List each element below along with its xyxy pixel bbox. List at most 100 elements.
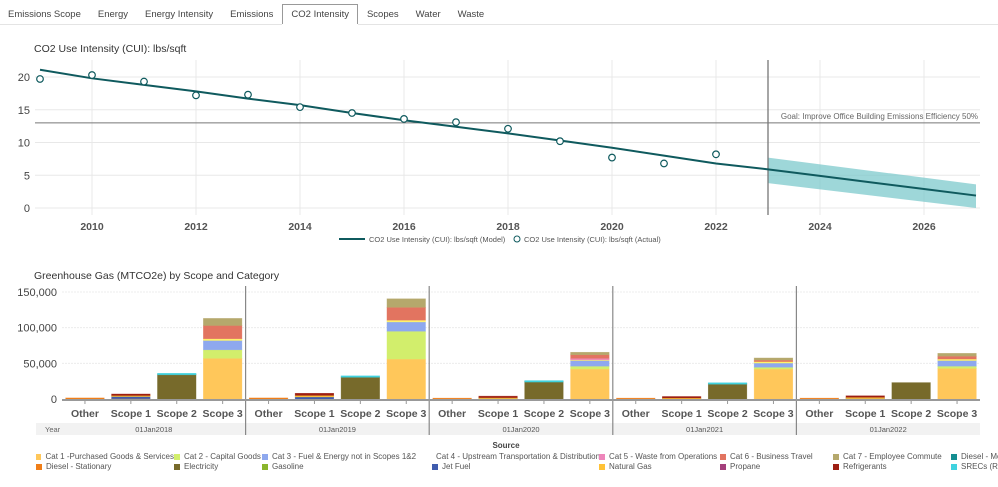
tab-water[interactable]: Water [408,5,449,24]
tab-waste[interactable]: Waste [450,5,493,24]
bar-segment [570,365,610,370]
group-label: 01Jan2020 [502,425,539,434]
category-label: Scope 1 [111,408,151,420]
legend-item[interactable]: Cat 6 - Business Travel [720,452,833,461]
bar-segment [157,373,197,400]
bar-segment [753,357,794,361]
legend-label: Cat 5 - Waste from Operations [609,452,718,461]
group-label: 01Jan2018 [135,425,172,434]
tab-bar: Emissions Scope Energy Energy Intensity Emi… [0,0,998,25]
tab-scopes[interactable]: Scopes [359,5,407,24]
category-label: Scope 3 [753,408,793,420]
group-label: 01Jan2019 [319,425,356,434]
y-tick-label: 20 [18,72,30,84]
actual-point [556,137,564,146]
x-tick-label: 2014 [288,221,312,233]
ghg-stacked-bar-chart: 0 50,000 100,000 150,000 Year 01Jan2018 Other S… [17,286,980,435]
bar-segment [524,380,564,400]
category-label: Scope 3 [203,408,243,420]
legend-item[interactable]: Natural Gas [599,462,720,471]
bar-segment [570,368,610,400]
category-label: Other [438,408,466,420]
actual-point [400,115,408,123]
legend-label: Propane [730,462,761,471]
tab-emissions[interactable]: Emissions [222,5,281,24]
category-label: Scope 2 [707,408,747,420]
bar-segment [570,351,610,356]
tab-energy[interactable]: Energy [90,5,136,24]
legend-item[interactable]: Cat 4 - Upstream Transportation & Distri… [432,452,600,461]
actual-point [140,77,148,86]
legend-swatch [951,453,957,460]
x-tick-label: 2018 [496,221,520,233]
legend-item[interactable]: Refrigerants [833,462,951,471]
legend-item[interactable]: Cat 3 - Fuel & Energy not in Scopes 1&2 [262,452,432,461]
bar-segment [386,321,426,332]
legend-swatch [833,463,839,470]
bar-segment [753,368,794,400]
bar-segment [937,365,977,369]
bar-segment [845,395,885,398]
bar-segment [386,358,426,400]
category-label: Scope 2 [524,408,564,420]
bar-segment [937,355,977,360]
legend-item[interactable]: Cat 1 -Purchased Goods & Services [36,452,174,461]
actual-point [348,109,356,117]
tab-emissions-scope[interactable]: Emissions Scope [0,5,89,24]
group-label: 01Jan2022 [870,425,907,434]
legend-item[interactable]: Gasoline [262,462,432,471]
y-tick-label: 15 [18,105,30,117]
legend-swatch [174,453,180,460]
category-label: Other [71,408,99,420]
bar-segment [386,298,426,308]
legend-item[interactable]: Cat 5 - Waste from Operations [599,452,720,461]
bar-segment [203,318,243,326]
bar-segment [340,375,380,378]
bar-segment [203,358,243,400]
legend-title: Source [492,441,520,450]
x-tick-label: 2020 [600,221,624,233]
legend-item[interactable]: Jet Fuel [432,462,599,471]
bar-segment [157,373,197,376]
legend-item[interactable]: Diesel - Mobile [951,452,998,461]
category-label: Scope 1 [845,408,885,420]
actual-point [608,153,616,162]
y-tick-label: 150,000 [17,287,57,299]
y-tick-label: 50,000 [23,358,57,370]
source-legend: Source Cat 1 -Purchased Goods & Services… [36,441,998,471]
bar-segment [386,330,426,360]
x-tick-label: 2010 [80,221,104,233]
legend-item[interactable]: Cat 2 - Capital Goods [174,452,262,461]
legend-swatch [262,463,268,470]
legend-swatch [951,463,957,470]
category-label: Scope 3 [570,408,610,420]
legend-item[interactable]: Propane [720,462,833,471]
legend-label: Diesel - Stationary [46,462,112,471]
legend-label: Natural Gas [609,462,652,471]
legend-label: Jet Fuel [442,462,471,471]
y-tick-label: 0 [51,394,57,406]
legend-model-label: CO2 Use Intensity (CUI): lbs/sqft (Model… [369,235,506,244]
x-tick-label: 2022 [704,221,728,233]
legend-item[interactable]: Cat 7 - Employee Commute [833,452,951,461]
bar-segment [707,383,748,400]
legend-item[interactable]: Electricity [174,462,262,471]
y-tick-label: 100,000 [17,323,57,335]
bar-segment [937,353,977,357]
actual-point [244,90,252,99]
category-label: Scope 2 [891,408,931,420]
legend-item[interactable]: Diesel - Stationary [36,462,174,471]
actual-point [452,118,460,127]
category-label: Other [805,408,833,420]
legend-swatch [720,463,726,470]
tab-co2-intensity[interactable]: CO2 Intensity [282,4,358,24]
legend-swatch [599,463,605,470]
tab-energy-intensity[interactable]: Energy Intensity [137,5,221,24]
bar-segment [203,349,243,359]
legend-label: SRECs (Retired) [961,462,998,471]
cui-line-chart: 0 5 10 15 20 2010 2012 2014 2016 2018 2020 2022 2024… [18,60,980,244]
bar-segment [478,395,518,398]
legend-item[interactable]: SRECs (Retired) [951,462,998,471]
legend-label: Cat 2 - Capital Goods [184,452,261,461]
group-axis-label: Year [45,425,61,434]
